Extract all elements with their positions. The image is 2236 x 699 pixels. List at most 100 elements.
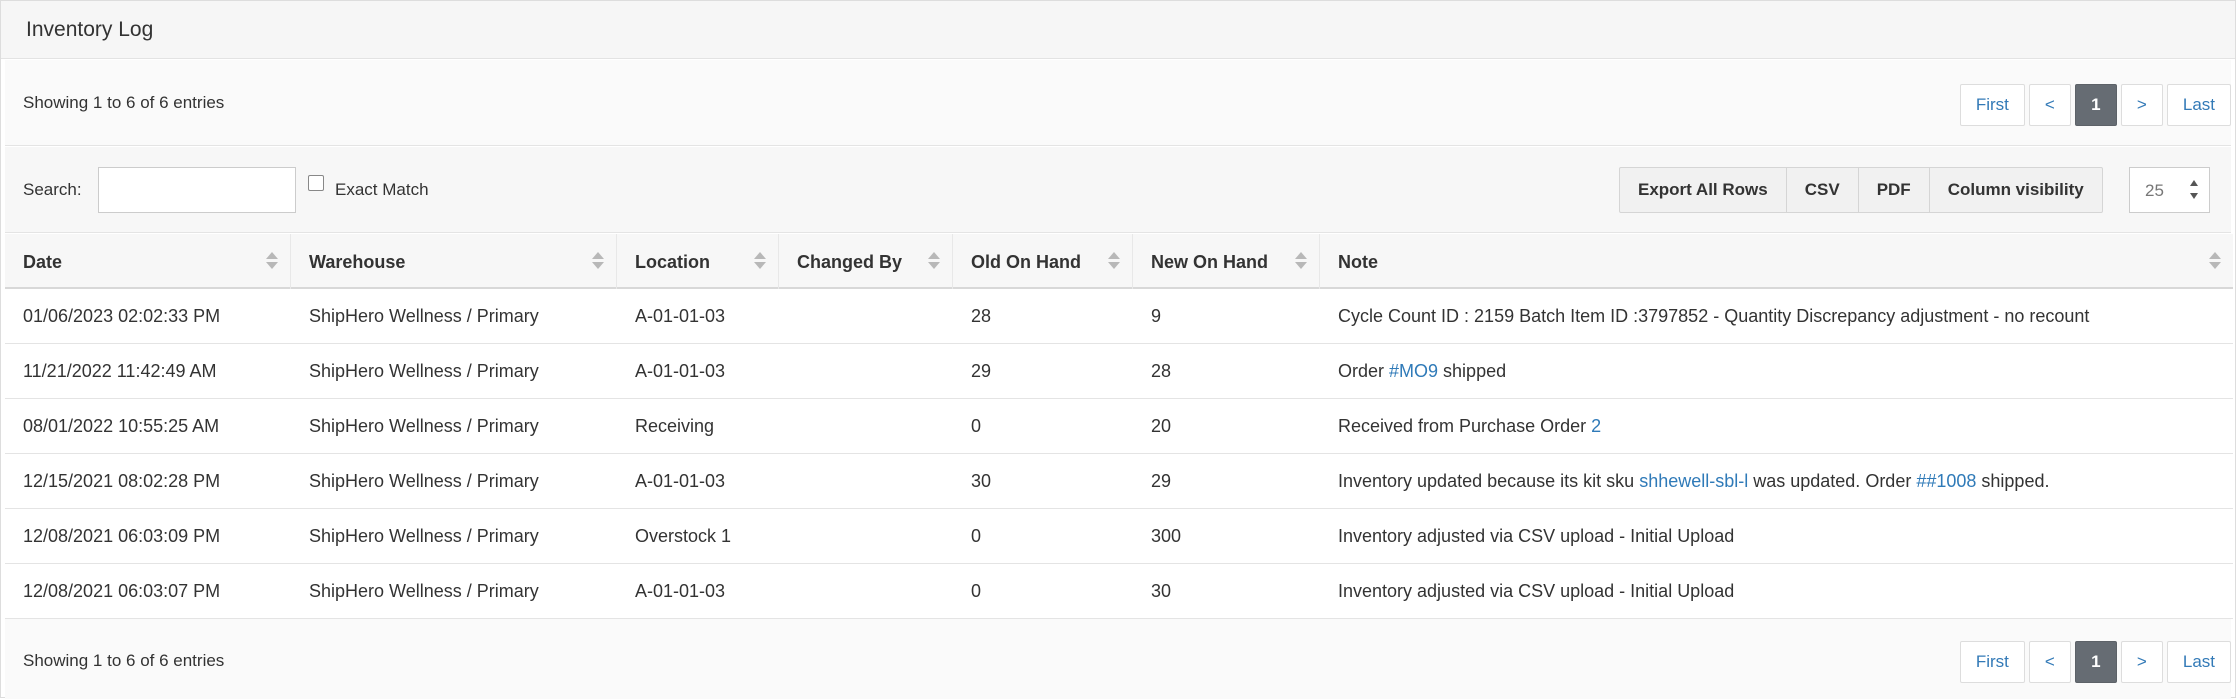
column-label: Date <box>23 252 63 272</box>
cell-warehouse: ShipHero Wellness / Primary <box>309 526 539 546</box>
pagination-page-button[interactable]: 1 <box>2074 84 2117 126</box>
cell-old-on-hand: 0 <box>971 581 982 601</box>
table-row: 08/01/2022 10:55:25 AM ShipHero Wellness … <box>5 399 2233 454</box>
note-link[interactable]: 2 <box>1591 416 1601 436</box>
note-text: Order <box>1338 361 1390 381</box>
select-arrows-icon <box>2189 179 2199 201</box>
table-row: 12/08/2021 06:03:09 PM ShipHero Wellness … <box>5 509 2233 564</box>
column-label: Location <box>635 252 710 272</box>
column-label: Warehouse <box>309 252 406 272</box>
column-visibility-button[interactable]: Column visibility <box>1928 167 2103 213</box>
column-label: Note <box>1338 252 1378 272</box>
pdf-button[interactable]: PDF <box>1857 167 1930 213</box>
column-header-old-on-hand[interactable]: Old On Hand <box>953 234 1133 289</box>
page-length-value: 25 <box>2145 181 2164 200</box>
cell-new-on-hand: 9 <box>1151 306 1162 326</box>
export-all-rows-button[interactable]: Export All Rows <box>1619 167 1787 213</box>
cell-location: A-01-01-03 <box>635 306 726 326</box>
csv-button[interactable]: CSV <box>1785 167 1859 213</box>
column-header-date[interactable]: Date <box>5 234 291 289</box>
table-row: 11/21/2022 11:42:49 AM ShipHero Wellness … <box>5 344 2233 399</box>
cell-note: Order #MO9 shipped <box>1338 361 1506 382</box>
cell-date: 12/08/2021 06:03:07 PM <box>23 581 221 601</box>
note-text: shipped. <box>1976 471 2050 491</box>
column-label: Changed By <box>797 252 903 272</box>
cell-date: 12/15/2021 08:02:28 PM <box>23 471 221 491</box>
pagination-next-button[interactable]: > <box>2120 84 2163 126</box>
table-row: 01/06/2023 02:02:33 PM ShipHero Wellness … <box>5 289 2233 344</box>
table-info-bottom: Showing 1 to 6 of 6 entries First < 1 > … <box>5 618 2231 699</box>
sort-icon <box>928 252 940 270</box>
sort-icon <box>1108 252 1120 270</box>
note-text: Inventory adjusted via CSV upload - Init… <box>1338 581 1735 601</box>
pagination-next-button[interactable]: > <box>2120 641 2163 683</box>
sort-icon <box>592 252 604 270</box>
table-info-top: Showing 1 to 6 of 6 entries First < 1 > … <box>5 60 2231 146</box>
cell-warehouse: ShipHero Wellness / Primary <box>309 471 539 491</box>
entries-info: Showing 1 to 6 of 6 entries <box>23 651 225 670</box>
cell-old-on-hand: 29 <box>971 361 992 381</box>
note-text: was updated. Order <box>1748 471 1917 491</box>
column-label: New On Hand <box>1151 252 1269 272</box>
cell-new-on-hand: 20 <box>1151 416 1172 436</box>
entries-info: Showing 1 to 6 of 6 entries <box>23 93 225 112</box>
panel-header: Inventory Log <box>1 1 2235 59</box>
pagination-page-button[interactable]: 1 <box>2074 641 2117 683</box>
column-header-warehouse[interactable]: Warehouse <box>291 234 617 289</box>
cell-note: Cycle Count ID : 2159 Batch Item ID :379… <box>1338 306 2089 327</box>
column-header-note[interactable]: Note <box>1320 234 2233 289</box>
sort-icon <box>266 252 278 270</box>
search-label: Search: <box>23 180 82 199</box>
note-text: Inventory adjusted via CSV upload - Init… <box>1338 526 1735 546</box>
cell-note: Received from Purchase Order 2 <box>1338 416 1601 437</box>
cell-date: 12/08/2021 06:03:09 PM <box>23 526 221 546</box>
search-input[interactable] <box>98 167 296 213</box>
cell-warehouse: ShipHero Wellness / Primary <box>309 581 539 601</box>
pagination-prev-button[interactable]: < <box>2028 84 2071 126</box>
cell-warehouse: ShipHero Wellness / Primary <box>309 306 539 326</box>
sort-icon <box>1295 252 1307 270</box>
exact-match-label: Exact Match <box>335 180 429 199</box>
cell-new-on-hand: 300 <box>1151 526 1182 546</box>
pagination-last-button[interactable]: Last <box>2166 84 2231 126</box>
note-link[interactable]: shhewell-sbl-l <box>1639 471 1748 491</box>
table-body: 01/06/2023 02:02:33 PM ShipHero Wellness … <box>5 289 2233 619</box>
sort-icon <box>2209 252 2221 270</box>
cell-location: A-01-01-03 <box>635 361 726 381</box>
note-text: Cycle Count ID : 2159 Batch Item ID :379… <box>1338 306 2090 326</box>
cell-date: 08/01/2022 10:55:25 AM <box>23 416 220 436</box>
cell-old-on-hand: 0 <box>971 416 982 436</box>
cell-note: Inventory adjusted via CSV upload - Init… <box>1338 581 1734 602</box>
column-label: Old On Hand <box>971 252 1081 272</box>
cell-location: Receiving <box>635 416 715 436</box>
cell-old-on-hand: 28 <box>971 306 992 326</box>
inventory-log-table: Date Warehouse Location Changed By Old O… <box>5 234 2233 619</box>
export-button-group: Export All Rows CSV PDF Column visibilit… <box>1619 167 2103 213</box>
column-header-changed-by[interactable]: Changed By <box>779 234 953 289</box>
pagination-prev-button[interactable]: < <box>2028 641 2071 683</box>
page-length-select[interactable]: 25 <box>2129 167 2210 213</box>
inventory-log-panel: Inventory Log Showing 1 to 6 of 6 entrie… <box>0 0 2236 699</box>
search-toolbar: Search: Exact Match Export All Rows CSV … <box>5 147 2231 233</box>
pagination-last-button[interactable]: Last <box>2166 641 2231 683</box>
column-header-location[interactable]: Location <box>617 234 779 289</box>
note-link[interactable]: ##1008 <box>1916 471 1976 491</box>
cell-date: 01/06/2023 02:02:33 PM <box>23 306 221 326</box>
pagination-first-button[interactable]: First <box>1959 84 2025 126</box>
cell-new-on-hand: 29 <box>1151 471 1172 491</box>
pagination-top: First < 1 > Last <box>1956 84 2231 126</box>
table-row: 12/15/2021 08:02:28 PM ShipHero Wellness … <box>5 454 2233 509</box>
note-text: shipped <box>1438 361 1507 381</box>
sort-icon <box>754 252 766 270</box>
cell-warehouse: ShipHero Wellness / Primary <box>309 416 539 436</box>
cell-old-on-hand: 30 <box>971 471 992 491</box>
exact-match-checkbox[interactable] <box>308 175 324 191</box>
column-header-new-on-hand[interactable]: New On Hand <box>1133 234 1320 289</box>
cell-note: Inventory updated because its kit sku sh… <box>1338 471 2049 492</box>
note-link[interactable]: #MO9 <box>1389 361 1438 381</box>
note-text: Inventory updated because its kit sku <box>1338 471 1640 491</box>
pagination-first-button[interactable]: First <box>1959 641 2025 683</box>
table-row: 12/08/2021 06:03:07 PM ShipHero Wellness … <box>5 564 2233 619</box>
pagination-bottom: First < 1 > Last <box>1956 641 2231 683</box>
cell-new-on-hand: 30 <box>1151 581 1172 601</box>
